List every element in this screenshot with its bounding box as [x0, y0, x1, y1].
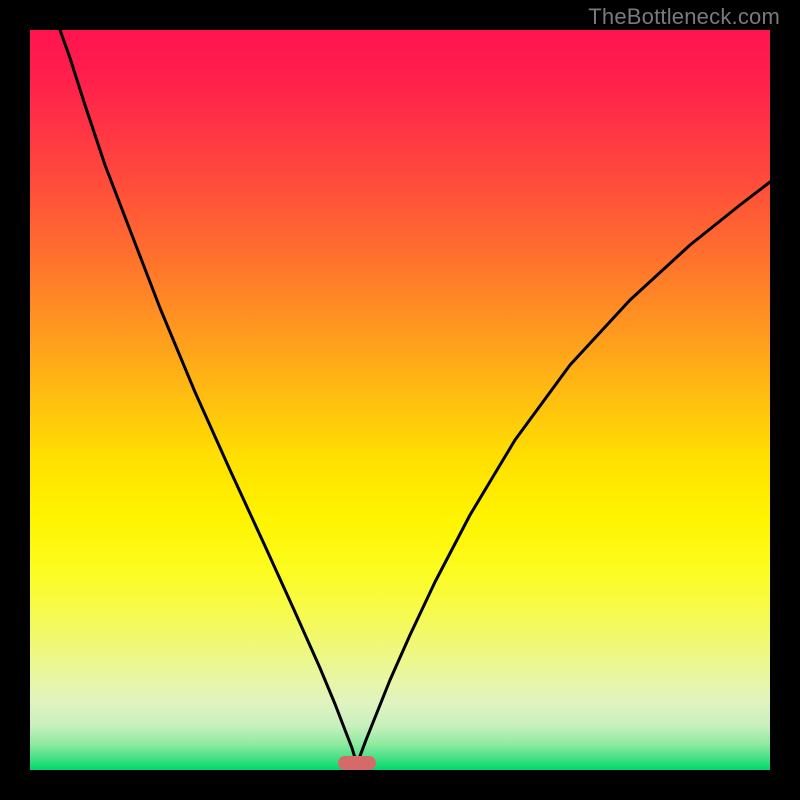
plot-area — [30, 30, 770, 770]
curve-left-branch — [60, 30, 357, 764]
curve-right-branch — [357, 182, 770, 764]
outer-frame: TheBottleneck.com — [0, 0, 800, 800]
minimum-marker-pill — [338, 756, 376, 770]
bottleneck-curve — [30, 30, 770, 770]
watermark-text: TheBottleneck.com — [588, 4, 780, 30]
